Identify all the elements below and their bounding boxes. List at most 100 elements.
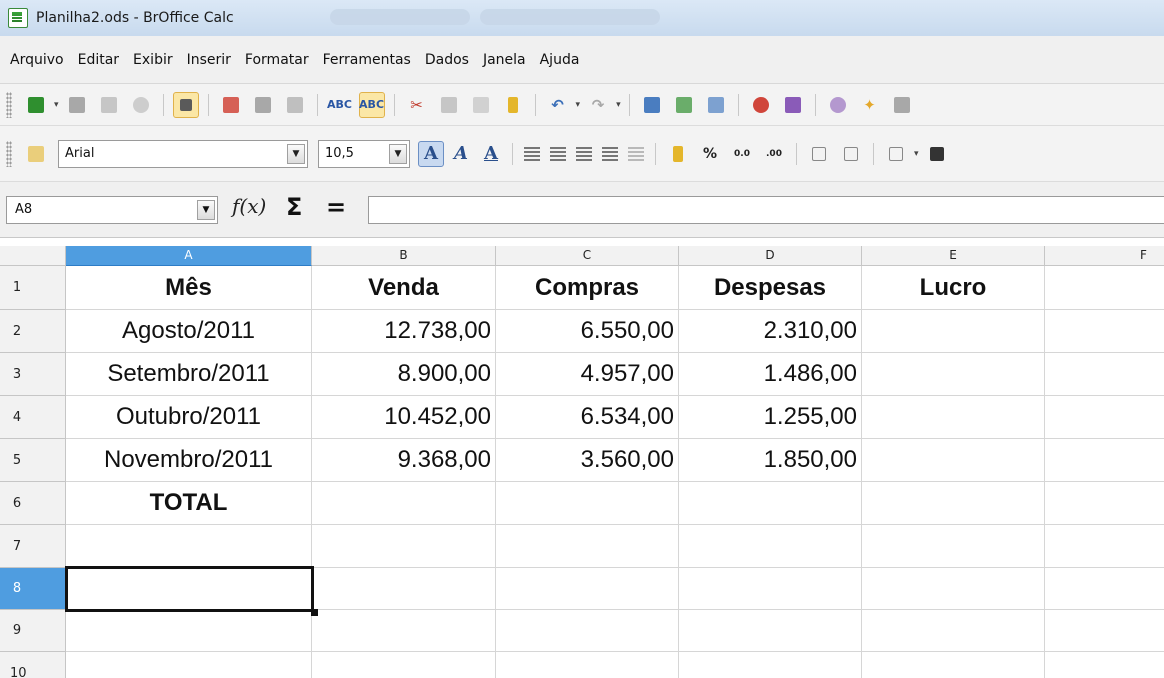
styles-formatting-icon[interactable] — [23, 141, 49, 167]
cell-e3[interactable] — [862, 353, 1045, 396]
menu-arquivo[interactable]: Arquivo — [10, 52, 64, 68]
cell-a7[interactable] — [66, 525, 312, 568]
cell-d9[interactable] — [679, 610, 862, 652]
delete-decimal-icon[interactable]: .00 — [761, 141, 787, 167]
select-all-corner[interactable] — [0, 246, 66, 266]
cell-a9[interactable] — [66, 610, 312, 652]
cell-d8[interactable] — [679, 568, 862, 610]
menu-inserir[interactable]: Inserir — [187, 52, 231, 68]
name-box[interactable]: A8 ▼ — [6, 196, 218, 224]
toolbar-grip[interactable] — [6, 91, 12, 118]
italic-icon[interactable]: A — [448, 141, 474, 167]
toolbar-grip[interactable] — [6, 140, 12, 167]
row-header-9[interactable]: 9 — [0, 610, 66, 652]
cell-f8[interactable] — [1045, 568, 1164, 610]
currency-format-icon[interactable] — [665, 141, 691, 167]
cell-d3[interactable]: 1.486,00 — [679, 353, 862, 396]
menu-formatar[interactable]: Formatar — [245, 52, 309, 68]
cell-b6[interactable] — [312, 482, 496, 525]
hyperlink-icon[interactable] — [639, 92, 665, 118]
cell-a1[interactable]: Mês — [66, 266, 312, 310]
cell-c1[interactable]: Compras — [496, 266, 679, 310]
print-preview-icon[interactable] — [282, 92, 308, 118]
row-header-10[interactable]: 10 — [0, 652, 66, 678]
cell-e10[interactable] — [862, 652, 1045, 678]
cell-d10[interactable] — [679, 652, 862, 678]
cell-b9[interactable] — [312, 610, 496, 652]
open-icon[interactable] — [64, 92, 90, 118]
align-right-icon[interactable] — [576, 146, 592, 161]
cell-e6[interactable] — [862, 482, 1045, 525]
paste-icon[interactable] — [468, 92, 494, 118]
cell-d7[interactable] — [679, 525, 862, 568]
row-header-2[interactable]: 2 — [0, 310, 66, 353]
cell-e7[interactable] — [862, 525, 1045, 568]
merge-cells-icon[interactable] — [628, 146, 644, 161]
sum-icon[interactable]: Σ — [286, 193, 302, 221]
background-color-icon[interactable] — [924, 141, 950, 167]
row-header-3[interactable]: 3 — [0, 353, 66, 396]
column-header-a[interactable]: A — [66, 246, 312, 266]
cell-f1[interactable] — [1045, 266, 1164, 310]
cell-d1[interactable]: Despesas — [679, 266, 862, 310]
email-icon[interactable] — [128, 92, 154, 118]
chevron-down-icon[interactable]: ▼ — [389, 143, 407, 164]
row-header-7[interactable]: 7 — [0, 525, 66, 568]
cell-b3[interactable]: 8.900,00 — [312, 353, 496, 396]
cell-f9[interactable] — [1045, 610, 1164, 652]
add-decimal-icon[interactable]: 0.0 — [729, 141, 755, 167]
chevron-down-icon[interactable]: ▼ — [197, 200, 215, 220]
gallery-icon[interactable] — [889, 92, 915, 118]
cell-b10[interactable] — [312, 652, 496, 678]
cell-c3[interactable]: 4.957,00 — [496, 353, 679, 396]
cell-d4[interactable]: 1.255,00 — [679, 396, 862, 439]
column-header-e[interactable]: E — [862, 246, 1045, 266]
undo-icon[interactable]: ↶ — [545, 92, 571, 118]
cell-c7[interactable] — [496, 525, 679, 568]
cell-c8[interactable] — [496, 568, 679, 610]
undo-dropdown-icon[interactable]: ▾ — [576, 100, 581, 110]
cell-b1[interactable]: Venda — [312, 266, 496, 310]
cell-f4[interactable] — [1045, 396, 1164, 439]
cell-e8[interactable] — [862, 568, 1045, 610]
cell-e2[interactable] — [862, 310, 1045, 353]
cell-f6[interactable] — [1045, 482, 1164, 525]
align-left-icon[interactable] — [524, 146, 540, 161]
justify-icon[interactable] — [602, 146, 618, 161]
borders-dropdown-icon[interactable]: ▾ — [914, 149, 919, 159]
chevron-down-icon[interactable]: ▼ — [287, 143, 305, 164]
cell-e5[interactable] — [862, 439, 1045, 482]
navigator-icon[interactable]: ✦ — [857, 92, 883, 118]
autofill-handle[interactable] — [311, 609, 318, 616]
cell-c2[interactable]: 6.550,00 — [496, 310, 679, 353]
decrease-indent-icon[interactable] — [806, 141, 832, 167]
cut-icon[interactable]: ✂ — [404, 92, 430, 118]
insert-chart-icon[interactable] — [748, 92, 774, 118]
autospellcheck-icon[interactable]: ABC — [358, 91, 385, 118]
cell-c10[interactable] — [496, 652, 679, 678]
cell-c5[interactable]: 3.560,00 — [496, 439, 679, 482]
font-name-select[interactable]: Arial ▼ — [58, 139, 308, 168]
cell-f10[interactable] — [1045, 652, 1164, 678]
cell-b5[interactable]: 9.368,00 — [312, 439, 496, 482]
cell-f7[interactable] — [1045, 525, 1164, 568]
cell-d6[interactable] — [679, 482, 862, 525]
cell-b2[interactable]: 12.738,00 — [312, 310, 496, 353]
row-header-6[interactable]: 6 — [0, 482, 66, 525]
formula-input[interactable] — [368, 196, 1164, 224]
cell-e1[interactable]: Lucro — [862, 266, 1045, 310]
find-replace-icon[interactable] — [825, 92, 851, 118]
menu-dados[interactable]: Dados — [425, 52, 469, 68]
row-header-1[interactable]: 1 — [0, 266, 66, 310]
redo-icon[interactable]: ↷ — [585, 92, 611, 118]
edit-mode-icon[interactable] — [172, 91, 199, 118]
font-size-select[interactable]: 10,5 ▼ — [318, 139, 410, 168]
menu-editar[interactable]: Editar — [78, 52, 119, 68]
cell-f3[interactable] — [1045, 353, 1164, 396]
cell-a2[interactable]: Agosto/2011 — [66, 310, 312, 353]
cell-e9[interactable] — [862, 610, 1045, 652]
cell-a4[interactable]: Outubro/2011 — [66, 396, 312, 439]
menu-ferramentas[interactable]: Ferramentas — [323, 52, 411, 68]
save-icon[interactable] — [96, 92, 122, 118]
cell-f5[interactable] — [1045, 439, 1164, 482]
